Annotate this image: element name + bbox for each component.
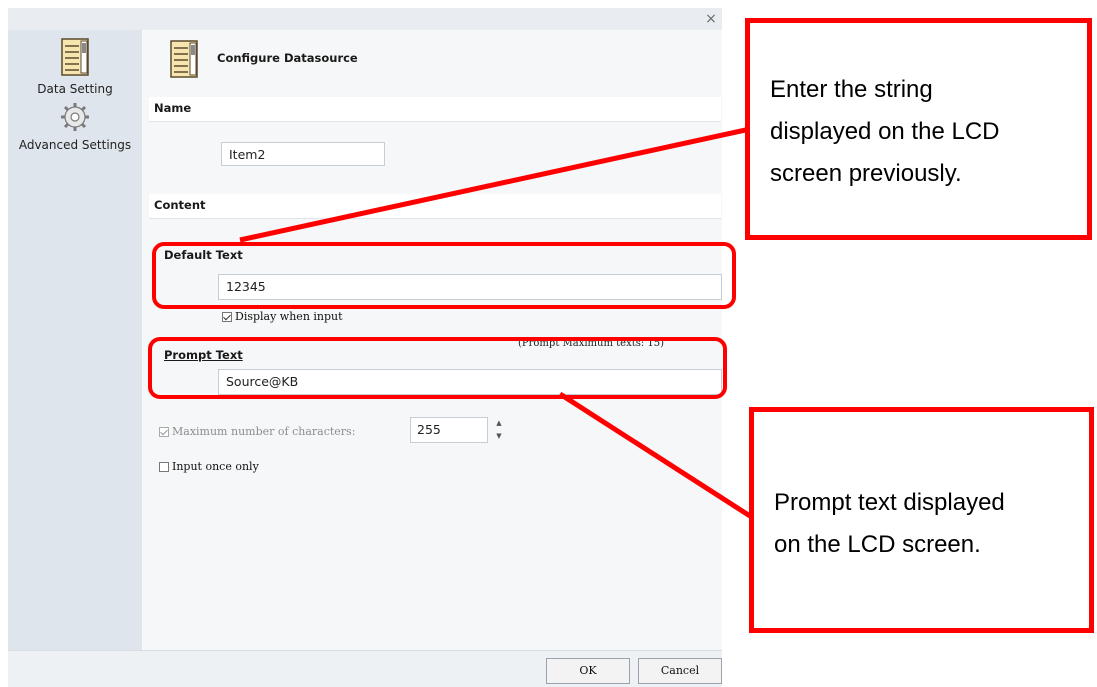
callout-line: screen previously. [770, 160, 962, 187]
callout-bottom-text: Prompt text displayed on the LCD screen. [774, 482, 1005, 566]
connector-top [239, 126, 751, 243]
callout-bottom: Prompt text displayed on the LCD screen. [749, 407, 1094, 633]
callout-line: Prompt text displayed [774, 489, 1005, 516]
default-text-highlight [152, 242, 736, 309]
callout-top: Enter the string displayed on the LCD sc… [745, 18, 1092, 240]
prompt-text-highlight [148, 337, 727, 399]
connector-bottom [558, 391, 752, 519]
callout-line: displayed on the LCD [770, 118, 1000, 145]
callout-line: Enter the string [770, 76, 933, 103]
callout-line: on the LCD screen. [774, 531, 981, 558]
callout-top-text: Enter the string displayed on the LCD sc… [770, 69, 999, 195]
